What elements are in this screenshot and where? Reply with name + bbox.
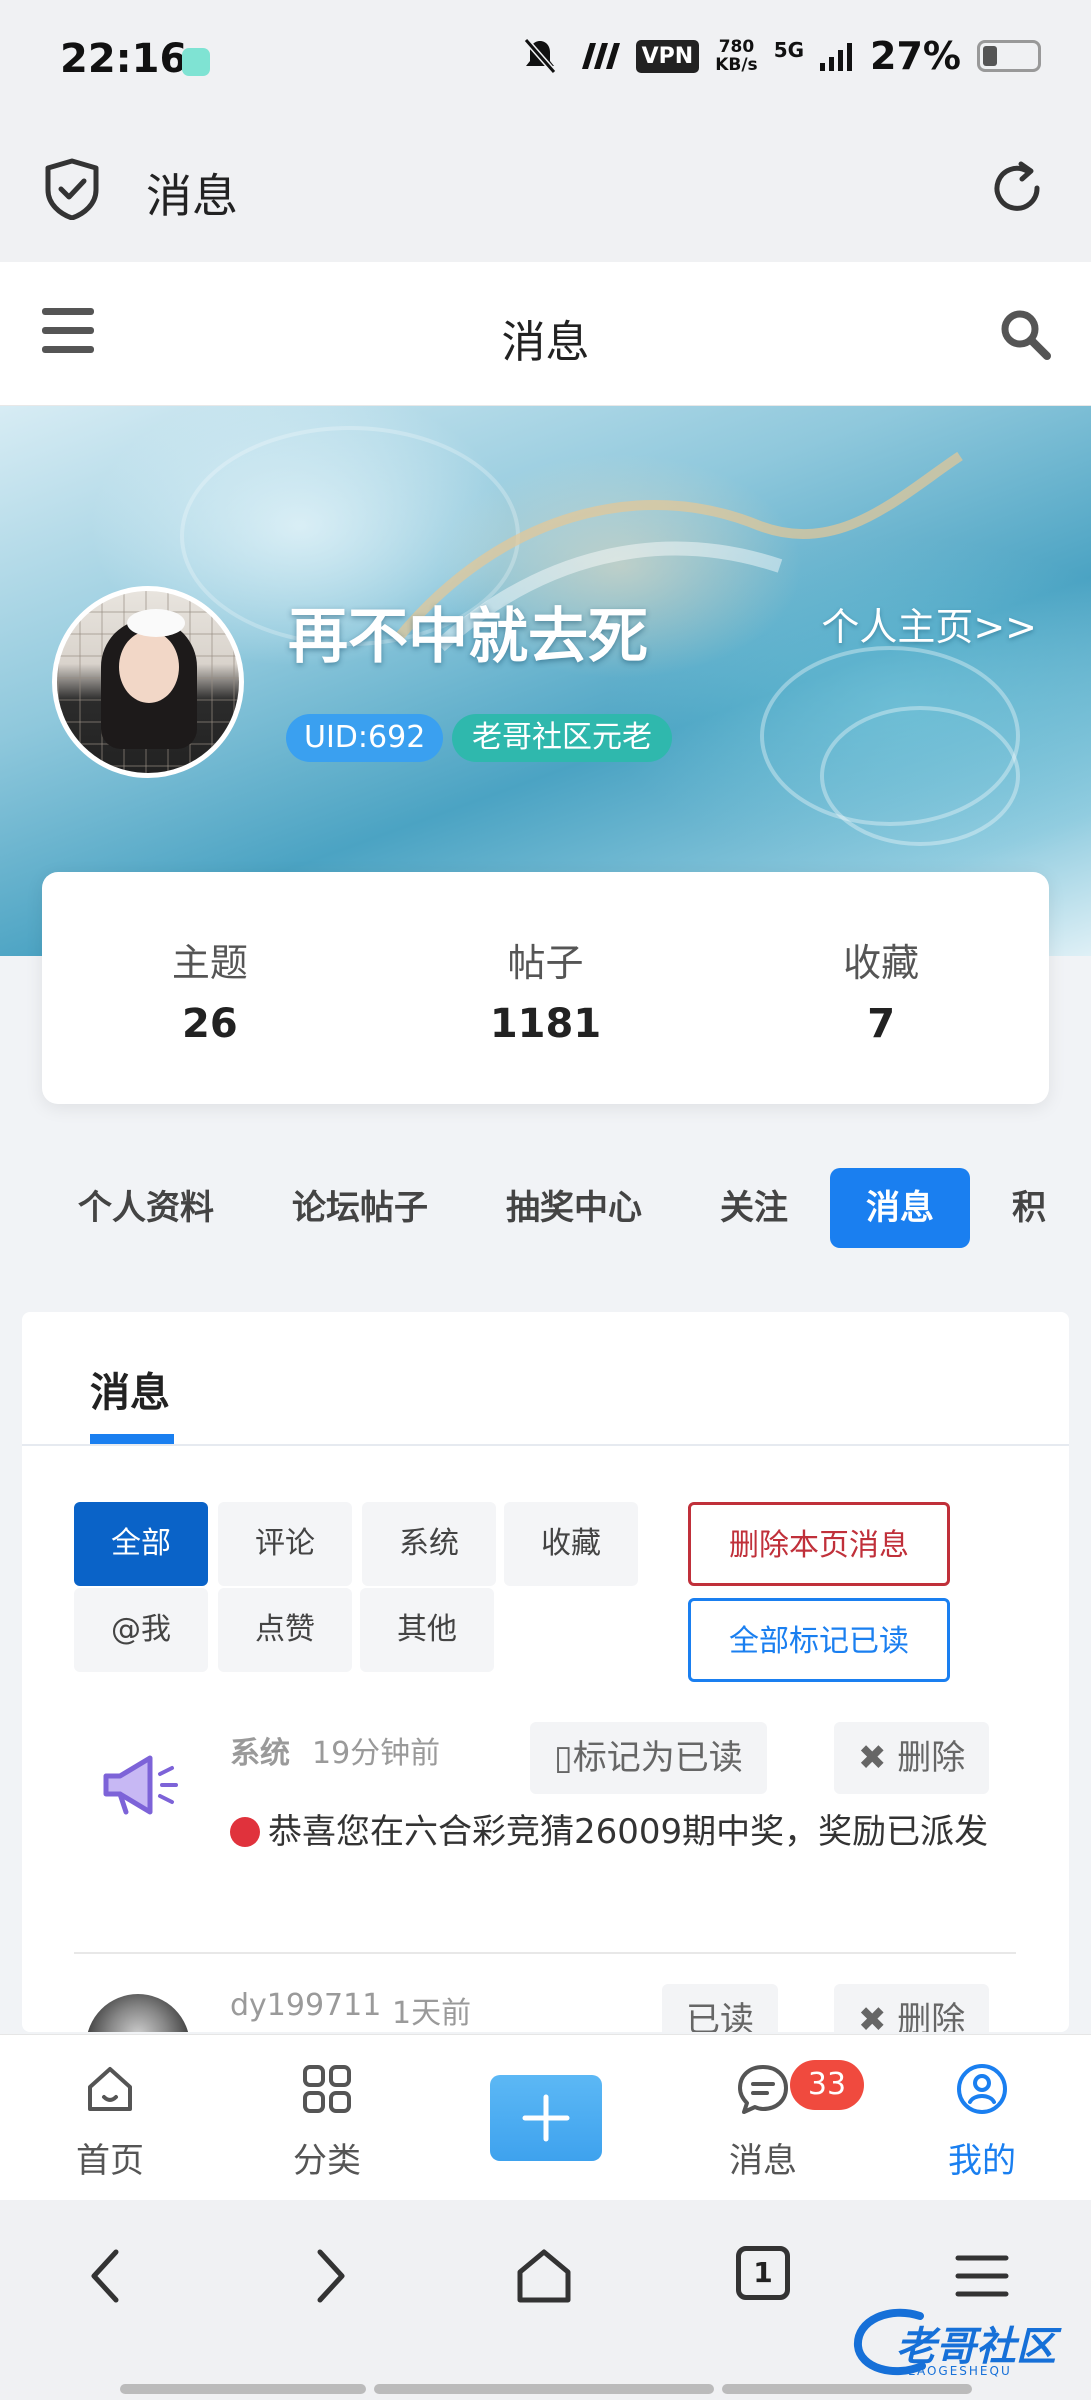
browser-top-bar: 消息	[0, 122, 1091, 262]
tab-label: 消息	[729, 2141, 797, 2181]
profile-nav-tabs: 个人资料 论坛帖子 抽奖中心 关注 消息积	[42, 1168, 1091, 1248]
mute-bell-icon	[523, 38, 556, 74]
tab-label: 分类	[293, 2141, 361, 2181]
filter-comments[interactable]: 评论	[218, 1502, 352, 1586]
tab-mine[interactable]: 我的	[902, 2035, 1062, 2201]
refresh-icon[interactable]	[987, 158, 1047, 218]
site-header-title: 消息	[501, 317, 590, 368]
watermark-logo: 老哥社区 LAOGESHEQU	[850, 2306, 1080, 2380]
stat-posts[interactable]: 帖子 1181	[378, 872, 714, 1104]
shield-check-icon[interactable]	[44, 158, 100, 220]
new-post-button[interactable]	[490, 2075, 602, 2161]
messages-panel: 消息 全部 评论 系统 收藏 @我 点赞 其他 删除本页消息 全部标记已读 系统…	[22, 1312, 1069, 2032]
bottom-tab-bar: 首页 分类 消息 我的	[0, 2034, 1091, 2200]
menu-icon[interactable]	[950, 2244, 1014, 2308]
message-time: 1天前	[392, 1996, 472, 2031]
message-time: 19分钟前	[312, 1736, 441, 1771]
stat-label: 主题	[171, 941, 248, 985]
tab-lottery-center[interactable]: 抽奖中心	[470, 1168, 678, 1248]
stat-favorites[interactable]: 收藏 7	[713, 872, 1049, 1104]
read-status-button[interactable]: 已读	[662, 1984, 778, 2032]
site-header: 消息	[0, 262, 1091, 406]
sender-avatar[interactable]	[86, 1994, 190, 2032]
carrier-icon	[581, 43, 620, 69]
tabs-count-icon[interactable]: 1	[736, 2246, 790, 2300]
uid-badge: UID:692	[286, 714, 444, 762]
filter-likes[interactable]: 点赞	[218, 1588, 352, 1672]
grid-icon	[303, 2065, 351, 2113]
gesture-bar	[374, 2384, 714, 2394]
message-divider	[74, 1952, 1016, 1954]
gesture-bar	[120, 2384, 366, 2394]
forward-icon[interactable]	[296, 2244, 360, 2308]
gesture-bar	[722, 2384, 972, 2394]
stat-value: 1181	[489, 1001, 602, 1047]
megaphone-icon	[103, 1755, 178, 1815]
speed-unit: KB/s	[715, 55, 758, 75]
network-type: 5G	[773, 38, 805, 62]
app-notification-icon	[182, 48, 210, 76]
active-tab-indicator	[90, 1434, 174, 1444]
stat-value: 26	[182, 1001, 238, 1047]
home-icon	[88, 2067, 132, 2111]
stat-label: 收藏	[843, 941, 920, 985]
delete-message-button[interactable]: ✖ 删除	[834, 1984, 990, 2032]
filter-all[interactable]: 全部	[74, 1502, 208, 1586]
stat-topics[interactable]: 主题 26	[42, 872, 378, 1104]
tab-points[interactable]: 积	[976, 1168, 1082, 1248]
chat-icon	[738, 2065, 788, 2114]
status-time: 22:16	[60, 36, 188, 82]
tab-categories[interactable]: 分类	[247, 2035, 407, 2201]
profile-username: 再不中就去死	[288, 602, 648, 672]
user-avatar[interactable]	[52, 586, 244, 778]
back-icon[interactable]	[76, 2244, 140, 2308]
tab-label: 我的	[948, 2141, 1016, 2181]
tab-following[interactable]: 关注	[684, 1168, 824, 1248]
unread-dot-icon	[230, 1817, 260, 1847]
stat-label: 帖子	[507, 941, 584, 985]
signal-icon	[820, 43, 853, 71]
home-nav-icon[interactable]	[512, 2244, 576, 2308]
filter-favorites[interactable]: 收藏	[504, 1502, 638, 1586]
filter-mentions[interactable]: @我	[74, 1588, 208, 1672]
stat-value: 7	[867, 1001, 896, 1047]
battery-percent: 27%	[870, 34, 961, 78]
plus-icon	[522, 2094, 570, 2142]
browser-page-title: 消息	[146, 169, 238, 223]
panel-divider	[22, 1444, 1069, 1446]
tab-profile-info[interactable]: 个人资料	[42, 1168, 250, 1248]
tab-messages[interactable]: 消息	[830, 1168, 970, 1248]
filter-system[interactable]: 系统	[362, 1502, 496, 1586]
profile-icon	[957, 2064, 1007, 2114]
delete-message-button[interactable]: ✖ 删除	[834, 1722, 990, 1794]
rank-badge: 老哥社区元老	[452, 714, 672, 762]
message-body: 恭喜您在六合彩竞猜26009期中奖，奖励已派发	[268, 1812, 989, 1852]
watermark-subtext: LAOGESHEQU	[908, 2364, 1012, 2378]
mark-as-read-button[interactable]: ▯标记为已读	[530, 1722, 767, 1794]
unread-count-badge: 33	[790, 2060, 864, 2110]
search-icon[interactable]	[997, 306, 1053, 362]
status-bar: 22:16 VPN 780 KB/s 5G 27%	[0, 0, 1091, 122]
tab-label: 首页	[76, 2141, 144, 2181]
vpn-indicator: VPN	[635, 39, 700, 73]
filter-other[interactable]: 其他	[360, 1588, 494, 1672]
message-text: 恭喜您在六合彩竞猜26009期中奖，奖励已派发	[230, 1806, 1030, 1858]
tab-home[interactable]: 首页	[30, 2035, 190, 2201]
battery-icon	[977, 40, 1041, 72]
delete-page-messages-button[interactable]: 删除本页消息	[688, 1502, 950, 1586]
tab-forum-posts[interactable]: 论坛帖子	[256, 1168, 464, 1248]
message-sender: 系统	[230, 1736, 290, 1771]
status-indicators: VPN 780 KB/s 5G 27%	[520, 34, 1041, 78]
speed-value: 780	[718, 37, 755, 57]
message-sender: dy199711	[230, 1988, 382, 2023]
network-speed: 780 KB/s	[715, 38, 757, 74]
panel-tab-messages[interactable]: 消息	[90, 1360, 170, 1418]
stats-card: 主题 26 帖子 1181 收藏 7	[42, 872, 1049, 1104]
mark-all-read-button[interactable]: 全部标记已读	[688, 1598, 950, 1682]
homepage-link[interactable]: 个人主页>>	[821, 596, 1037, 651]
